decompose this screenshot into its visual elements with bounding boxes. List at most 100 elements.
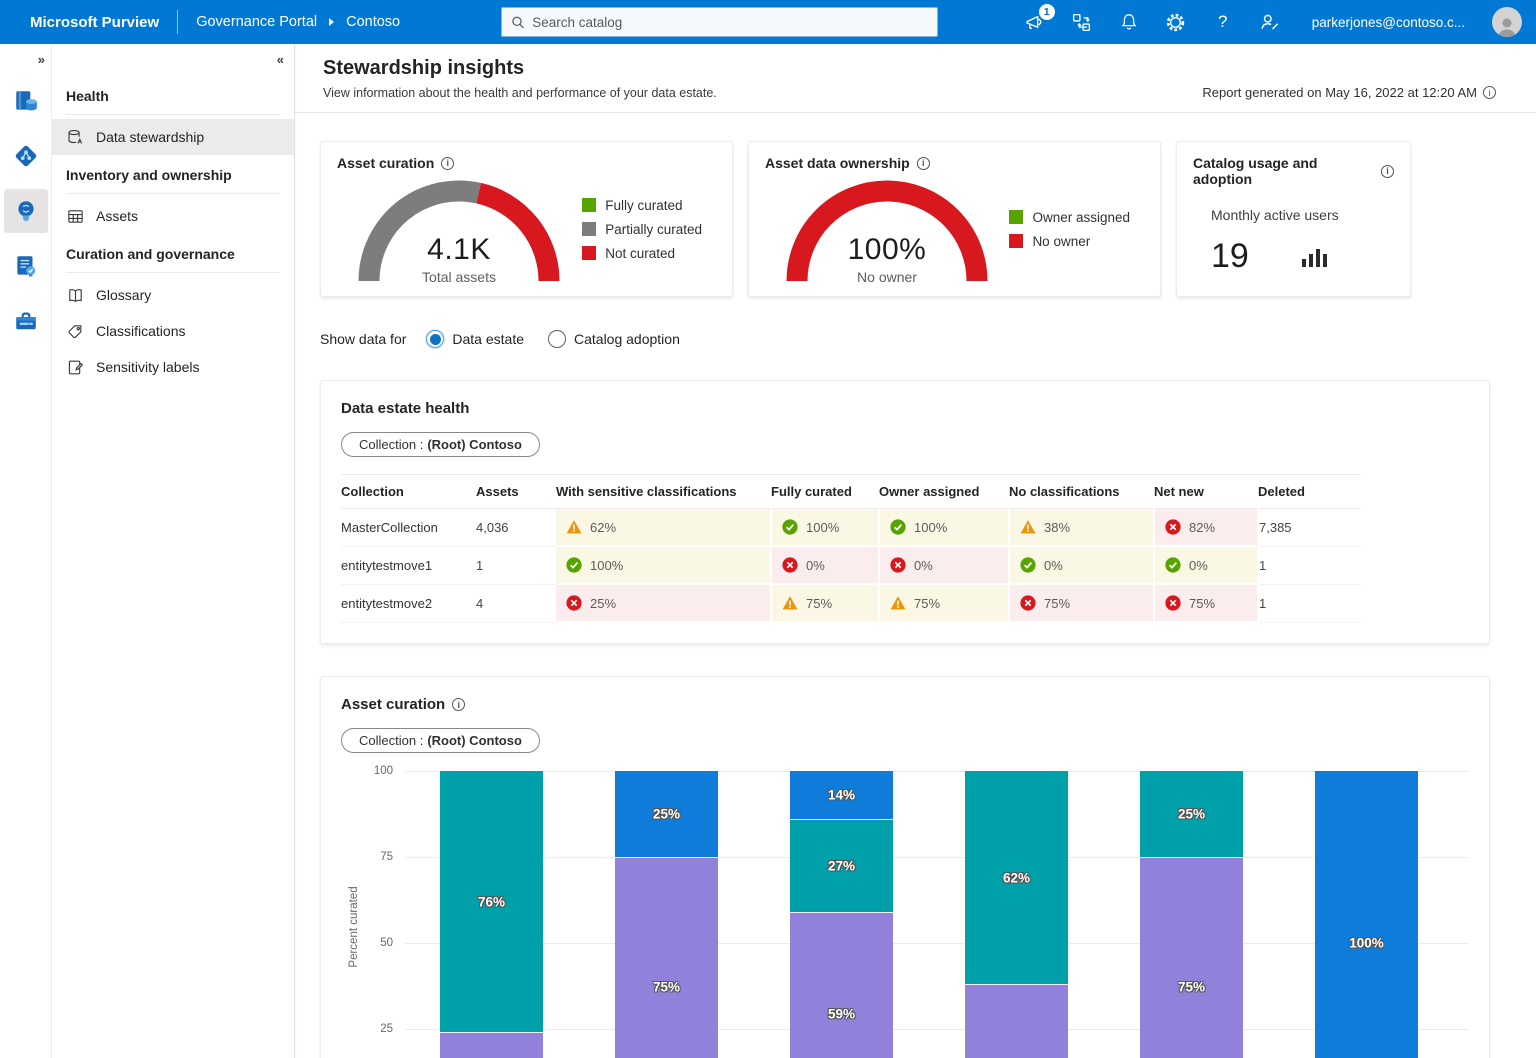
announcements-icon[interactable]: 1 — [1024, 11, 1046, 33]
metric-cell: 75% — [1154, 584, 1258, 622]
rail-item-insights[interactable] — [4, 189, 48, 233]
catalog-search-box[interactable] — [501, 7, 938, 37]
info-icon[interactable] — [917, 157, 930, 170]
bar-segment-label: 14% — [790, 788, 893, 803]
collection-filter-pill[interactable]: Collection :(Root) Contoso — [341, 728, 540, 753]
column-header-fully-curated[interactable]: Fully curated — [771, 475, 879, 509]
radio-dot[interactable] — [426, 330, 444, 348]
column-header-with-sensitive-classifications[interactable]: With sensitive classifications — [556, 475, 771, 509]
radio-dot[interactable] — [548, 330, 566, 348]
metric-cell-content: 100% — [772, 509, 878, 545]
metric-cell: 100% — [879, 509, 1009, 547]
metric-cell: 100% — [556, 546, 771, 584]
collection-name-cell[interactable]: entitytestmove2 — [341, 584, 476, 622]
card-title: Catalog usage and adoption — [1193, 155, 1394, 187]
radio-data-estate[interactable]: Data estate — [426, 330, 524, 348]
bar-segment-segment-blue: 100% — [1315, 771, 1418, 1058]
metric-cell: 0% — [879, 546, 1009, 584]
asset-curation-gauge: 4.1K Total assets — [353, 173, 565, 285]
settings-icon[interactable] — [1165, 11, 1187, 33]
sidebar-section-label: Curation and governance — [52, 234, 294, 272]
breadcrumb-tenant[interactable]: Contoso — [346, 14, 400, 30]
report-generated-note: Report generated on May 16, 2022 at 12:2… — [1202, 85, 1496, 100]
column-header-owner-assigned[interactable]: Owner assigned — [879, 475, 1009, 509]
bar-segment-segment-teal: 62% — [965, 771, 1068, 984]
sidebar-item-sensitivity-labels[interactable]: Sensitivity labels — [52, 349, 294, 385]
bar-segment-label: 100% — [1315, 936, 1418, 951]
metric-cell: 75% — [879, 584, 1009, 622]
sidebar-item-glossary[interactable]: Glossary — [52, 277, 294, 313]
legend-label: No owner — [1032, 234, 1090, 249]
sidebar-collapse-icon[interactable]: « — [277, 52, 282, 67]
info-icon[interactable] — [1483, 86, 1496, 99]
search-input[interactable] — [532, 15, 928, 30]
metric-value: 100% — [914, 520, 947, 535]
rail-item-management[interactable] — [4, 299, 48, 343]
error-icon — [782, 557, 798, 573]
metric-cell-content: 75% — [1155, 585, 1257, 621]
error-icon — [1165, 519, 1181, 535]
column-header-assets[interactable]: Assets — [476, 475, 556, 509]
account-email[interactable]: parkerjones@contoso.c... — [1312, 15, 1465, 30]
gridline — [405, 771, 1469, 772]
metric-value: 82% — [1189, 520, 1215, 535]
bar-segment-segment-teal: 27% — [790, 819, 893, 912]
portal-switcher-icon[interactable] — [1071, 11, 1093, 33]
collection-name-cell[interactable]: entitytestmove1 — [341, 546, 476, 584]
panel-title: Data estate health — [341, 400, 1469, 417]
sidebar-divider — [66, 114, 280, 115]
breadcrumb-portal[interactable]: Governance Portal — [196, 14, 317, 30]
check-icon — [782, 519, 798, 535]
radio-label: Catalog adoption — [574, 331, 680, 347]
product-name[interactable]: Microsoft Purview — [30, 14, 159, 31]
gridline — [405, 943, 1469, 944]
column-header-deleted[interactable]: Deleted — [1258, 475, 1361, 509]
info-icon[interactable] — [441, 157, 454, 170]
kpi-cards-row: Asset curation 4.1K Total assets Fully c… — [320, 141, 1536, 297]
sensitivity-labels-icon — [66, 358, 85, 377]
asset-ownership-gauge: 100% No owner — [781, 173, 993, 285]
metric-value: 75% — [806, 596, 832, 611]
assets-count-cell: 1 — [476, 546, 556, 584]
search-icon — [511, 15, 525, 30]
column-header-collection[interactable]: Collection — [341, 475, 476, 509]
y-tick-label: 75 — [380, 851, 393, 863]
notification-badge: 1 — [1039, 4, 1055, 20]
sidebar-item-data-stewardship[interactable]: Data stewardship — [52, 119, 294, 155]
sidebar-item-assets[interactable]: Assets — [52, 198, 294, 234]
notifications-icon[interactable] — [1118, 11, 1140, 33]
bar-chart-icon — [1301, 245, 1327, 269]
card-title: Asset curation — [337, 155, 716, 171]
column-header-net-new[interactable]: Net new — [1154, 475, 1258, 509]
radio-catalog-adoption[interactable]: Catalog adoption — [548, 330, 680, 348]
help-icon[interactable]: ? — [1212, 11, 1234, 33]
rail-item-data-policy[interactable] — [4, 244, 48, 288]
avatar[interactable] — [1492, 7, 1522, 37]
warning-icon — [1020, 519, 1036, 535]
stacked-bar: 25%75% — [615, 771, 718, 1058]
collection-name-cell[interactable]: MasterCollection — [341, 509, 476, 547]
y-tick-label: 100 — [374, 765, 393, 777]
gridline — [405, 857, 1469, 858]
asset-curation-card: Asset curation 4.1K Total assets Fully c… — [320, 141, 733, 297]
collection-filter-pill[interactable]: Collection :(Root) Contoso — [341, 432, 540, 457]
rail-item-data-map[interactable] — [4, 134, 48, 178]
data-map-icon — [13, 143, 39, 169]
metric-cell: 0% — [1009, 546, 1154, 584]
sidebar-item-classifications[interactable]: Classifications — [52, 313, 294, 349]
metric-cell: 0% — [1154, 546, 1258, 584]
metric-cell-content: 25% — [556, 585, 770, 621]
info-icon[interactable] — [452, 698, 465, 711]
info-icon[interactable] — [1381, 165, 1394, 178]
rail-item-data-catalog[interactable] — [4, 79, 48, 123]
bar-segment-segment-teal: 25% — [1140, 771, 1243, 857]
error-icon — [566, 595, 582, 611]
bar-segment-segment-purple: 75% — [615, 857, 718, 1058]
gauge-value: 4.1K — [353, 233, 565, 267]
rail-expand-icon[interactable]: » — [38, 52, 43, 67]
legend-swatch — [582, 222, 596, 236]
assets-count-cell: 4 — [476, 584, 556, 622]
column-header-no-classifications[interactable]: No classifications — [1009, 475, 1154, 509]
breadcrumb-chevron-icon — [329, 18, 334, 26]
feedback-icon[interactable] — [1259, 11, 1281, 33]
